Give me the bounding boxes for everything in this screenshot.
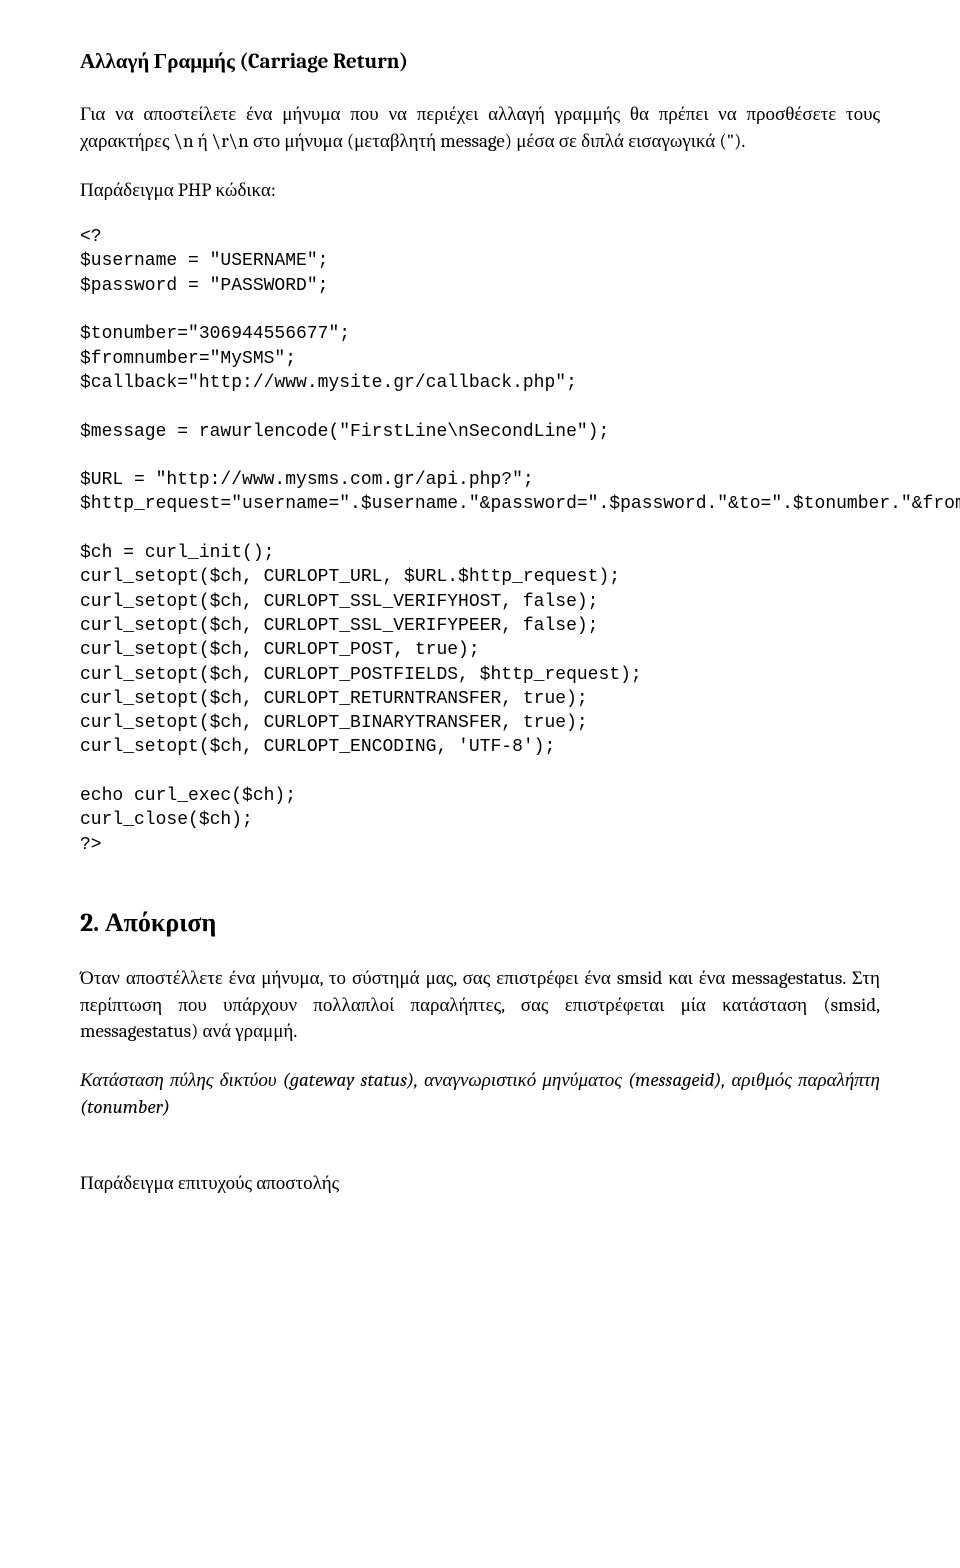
section-heading-carriage-return: Αλλαγή Γραμμής (Carriage Return): [80, 48, 880, 77]
paragraph-response-1: Όταν αποστέλλετε ένα μήνυμα, το σύστημά …: [80, 965, 880, 1045]
paragraph-success-example: Παράδειγμα επιτυχούς αποστολής: [80, 1170, 880, 1197]
section-heading-response: 2. Απόκριση: [80, 905, 880, 941]
paragraph-example-label: Παράδειγμα PHP κώδικα:: [80, 177, 880, 204]
paragraph-intro: Για να αποστείλετε ένα μήνυμα που να περ…: [80, 101, 880, 154]
paragraph-response-italic: Κατάσταση πύλης δικτύου (gateway status)…: [80, 1067, 880, 1120]
code-block-php: <? $username = "USERNAME"; $password = "…: [80, 225, 880, 857]
